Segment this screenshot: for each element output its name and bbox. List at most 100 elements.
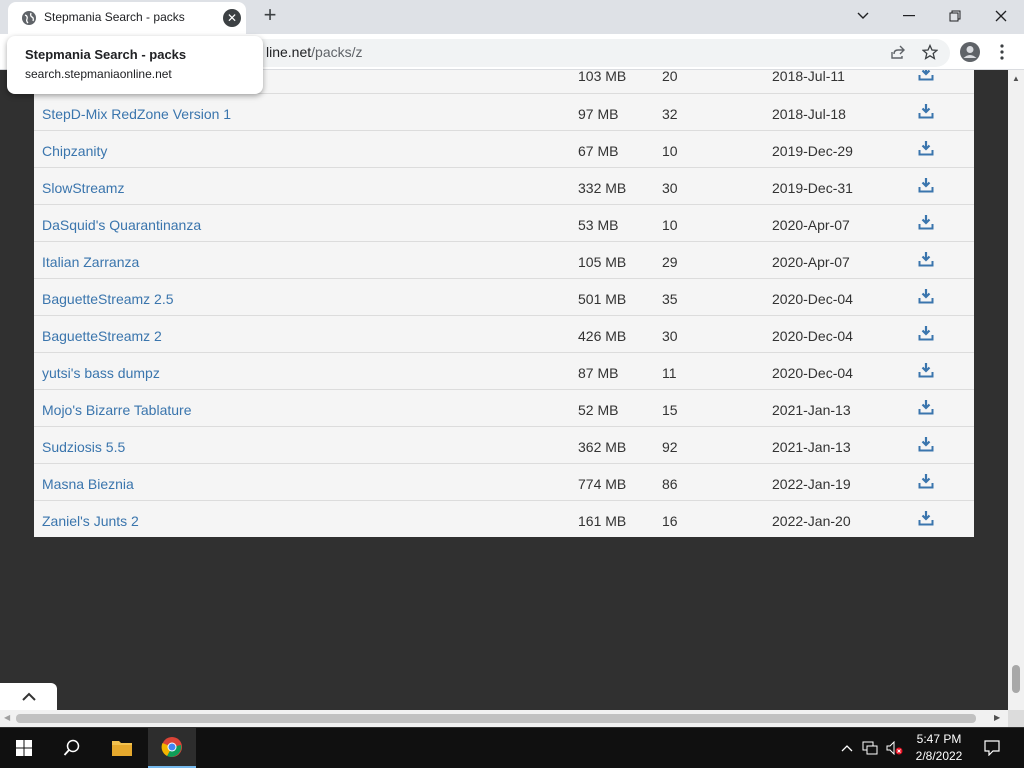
download-icon[interactable] [918, 140, 934, 156]
pack-name-link[interactable]: Italian Zarranza [42, 254, 139, 270]
download-icon[interactable] [918, 251, 934, 267]
pack-date: 2018-Jul-11 [772, 70, 845, 84]
pack-date: 2022-Jan-19 [772, 476, 851, 492]
pack-song-count: 86 [662, 476, 678, 492]
chrome-taskbar-button[interactable] [148, 728, 196, 768]
table-row: Masna Bieznia 774 MB 86 2022-Jan-19 [34, 463, 974, 500]
download-icon[interactable] [918, 288, 934, 304]
table-row: SlowStreamz 332 MB 30 2019-Dec-31 [34, 167, 974, 204]
kebab-menu-icon[interactable] [990, 40, 1014, 64]
pack-date: 2020-Dec-04 [772, 365, 853, 381]
notifications-icon[interactable] [976, 728, 1008, 768]
minimize-icon[interactable] [886, 0, 932, 32]
pack-date: 2018-Jul-18 [772, 106, 846, 122]
folder-icon [112, 741, 132, 756]
pack-date: 2020-Dec-04 [772, 328, 853, 344]
pack-name-link[interactable]: Chipzanity [42, 143, 107, 159]
pack-name-link[interactable]: Masna Bieznia [42, 476, 134, 492]
download-icon[interactable] [918, 473, 934, 489]
new-tab-icon[interactable]: + [258, 4, 282, 28]
download-icon[interactable] [918, 103, 934, 119]
profile-icon[interactable] [958, 40, 982, 64]
tab-title: Stepmania Search - packs [44, 10, 185, 24]
pack-name-link[interactable]: yutsi's bass dumpz [42, 365, 160, 381]
table-row: yutsi's bass dumpz 87 MB 11 2020-Dec-04 [34, 352, 974, 389]
table-row: Mojo's Bizarre Tablature 52 MB 15 2021-Jan-… [34, 389, 974, 426]
browser-tab[interactable]: Stepmania Search - packs ✕ [8, 2, 246, 34]
taskbar-search-button[interactable] [48, 728, 96, 768]
download-icon[interactable] [918, 510, 934, 526]
pack-name-link[interactable]: BaguetteStreamz 2.5 [42, 291, 174, 307]
restore-icon[interactable] [932, 0, 978, 32]
hovercard-title: Stepmania Search - packs [25, 47, 187, 62]
vertical-scrollbar[interactable]: ▲ [1008, 70, 1024, 710]
pack-date: 2019-Dec-29 [772, 143, 853, 159]
download-icon[interactable] [918, 362, 934, 378]
show-hidden-icons-chevron-icon[interactable] [838, 728, 856, 768]
download-icon[interactable] [918, 399, 934, 415]
pack-song-count: 20 [662, 70, 678, 84]
table-row: Sudziosis 5.5 362 MB 92 2021-Jan-13 [34, 426, 974, 463]
pack-size: 362 MB [578, 439, 627, 455]
scroll-left-arrow-icon[interactable]: ◀ [4, 713, 10, 722]
download-icon[interactable] [918, 177, 934, 193]
table-row: BaguetteStreamz 2 426 MB 30 2020-Dec-04 [34, 315, 974, 352]
pack-name-link[interactable]: BaguetteStreamz 2 [42, 328, 162, 344]
table-row: Chipzanity 67 MB 10 2019-Dec-29 [34, 130, 974, 167]
network-icon[interactable] [860, 728, 880, 768]
scroll-to-top-button[interactable] [0, 683, 57, 710]
horizontal-scrollbar[interactable]: ◀ ▶ [0, 710, 1008, 727]
pack-name-link[interactable]: Mojo's Bizarre Tablature [42, 402, 191, 418]
pack-size: 332 MB [578, 180, 627, 196]
pack-date: 2020-Apr-07 [772, 254, 850, 270]
volume-muted-icon[interactable] [884, 728, 906, 768]
windows-taskbar: 5:47 PM 2/8/2022 [0, 728, 1024, 768]
tab-close-icon[interactable]: ✕ [223, 9, 241, 27]
taskbar-clock[interactable]: 5:47 PM 2/8/2022 [908, 731, 970, 765]
pack-song-count: 29 [662, 254, 678, 270]
pack-date: 2020-Dec-04 [772, 291, 853, 307]
vertical-scroll-thumb[interactable] [1012, 665, 1020, 693]
table-row: StepD-Mix RedZone Version 1 97 MB 32 2018-J… [34, 93, 974, 130]
pack-date: 2021-Jan-13 [772, 439, 851, 455]
pack-size: 52 MB [578, 402, 619, 418]
pack-size: 774 MB [578, 476, 627, 492]
pack-song-count: 10 [662, 143, 678, 159]
pack-size: 161 MB [578, 513, 627, 529]
packs-table: 103 MB 20 2018-Jul-11 StepD-Mix RedZone Ver… [34, 70, 974, 537]
tab-search-icon[interactable] [840, 0, 886, 32]
pack-size: 103 MB [578, 70, 627, 84]
table-row: DaSquid's Quarantinanza 53 MB 10 2020-Apr-0… [34, 204, 974, 241]
pack-size: 426 MB [578, 328, 627, 344]
file-explorer-button[interactable] [98, 728, 146, 768]
scroll-up-arrow-icon[interactable]: ▲ [1012, 74, 1020, 83]
clock-time: 5:47 PM [916, 732, 962, 746]
table-row: Italian Zarranza 105 MB 29 2020-Apr-07 [34, 241, 974, 278]
pack-name-link[interactable]: DaSquid's Quarantinanza [42, 217, 201, 233]
pack-name-link[interactable]: SlowStreamz [42, 180, 124, 196]
pack-song-count: 30 [662, 328, 678, 344]
pack-name-link[interactable]: Sudziosis 5.5 [42, 439, 125, 455]
windows-logo-icon [16, 740, 32, 756]
chrome-icon [161, 737, 182, 757]
start-button[interactable] [0, 728, 48, 768]
pack-song-count: 15 [662, 402, 678, 418]
pack-size: 53 MB [578, 217, 619, 233]
pack-song-count: 32 [662, 106, 678, 122]
download-icon[interactable] [918, 325, 934, 341]
url-path: /packs/z [311, 44, 363, 60]
scroll-right-arrow-icon[interactable]: ▶ [994, 713, 1000, 722]
share-icon[interactable] [886, 40, 910, 64]
pack-name-link[interactable]: StepD-Mix RedZone Version 1 [42, 106, 231, 122]
pack-date: 2022-Jan-20 [772, 513, 851, 529]
close-window-icon[interactable] [978, 0, 1024, 32]
download-icon[interactable] [918, 214, 934, 230]
bookmark-star-icon[interactable] [918, 40, 942, 64]
download-icon[interactable] [918, 70, 934, 81]
search-icon [63, 739, 80, 756]
download-icon[interactable] [918, 436, 934, 452]
horizontal-scroll-thumb[interactable] [16, 714, 976, 723]
globe-icon [22, 11, 36, 25]
pack-name-link[interactable]: Zaniel's Junts 2 [42, 513, 139, 529]
pack-size: 501 MB [578, 291, 627, 307]
